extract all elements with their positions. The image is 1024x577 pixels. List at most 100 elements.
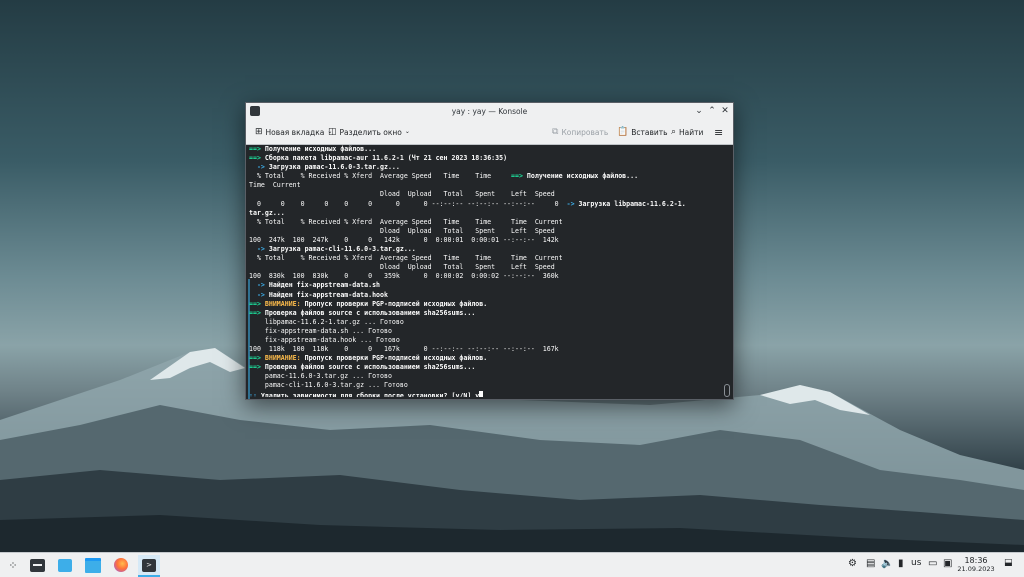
terminal-line: tar.gz... — [249, 209, 728, 218]
paste-button[interactable]: 📋 Вставить — [617, 125, 668, 139]
terminal-line: % Total % Received % Xferd Average Speed… — [249, 254, 728, 263]
paste-icon: 📋 — [617, 127, 629, 137]
terminal-line: -> Загрузка pamac-11.6.0-3.tar.gz... — [249, 163, 728, 172]
terminal-text: fix-appstream-data.sh ... Готово — [249, 326, 392, 335]
terminal-text: pamac-11.6.0-3.tar.gz ... Готово — [249, 372, 392, 381]
expand-tray-icon[interactable]: ⬓ — [1004, 558, 1013, 568]
terminal-text: Dload Upload Total Spent Left Speed — [249, 263, 555, 272]
terminal-text: 100 830k 100 830k 0 0 359k 0 0:00:02 0:0… — [249, 272, 559, 281]
window-title: yay : yay — Konsole — [451, 107, 528, 116]
konsole-window[interactable]: yay : yay — Konsole ⌄ ⌃ ✕ ⊞ Новая вкладк… — [245, 102, 734, 400]
terminal-text: Dload Upload Total Spent Left Speed — [249, 226, 555, 235]
terminal-text: Удалить зависимости для сборки после уст… — [260, 391, 480, 397]
terminal-text: ==> — [249, 363, 265, 372]
new-tab-label: Новая вкладка — [265, 127, 325, 137]
konsole-toolbar: ⊞ Новая вкладка ⌄ ◫ Разделить окно ⌄ ⧉ К… — [246, 120, 733, 145]
terminal-text: Пропуск проверки PGP-подписей исходных ф… — [304, 354, 488, 363]
split-view-label: Разделить окно — [339, 127, 402, 137]
terminal-text: Получение исходных файлов... — [264, 145, 377, 153]
find-label: Найти — [679, 127, 704, 137]
terminal-text: Найден fix-appstream-data.sh — [268, 281, 381, 290]
terminal-text: ВНИМАНИЕ: — [264, 354, 305, 363]
window-titlebar[interactable]: yay : yay — Konsole ⌄ ⌃ ✕ — [246, 103, 733, 120]
terminal-text: ВНИМАНИЕ: — [264, 299, 305, 308]
terminal-text: -> — [566, 199, 579, 208]
terminal-line: pamac-cli-11.6.0-3.tar.gz ... Готово — [249, 381, 728, 390]
maximize-icon[interactable]: ⌃ — [706, 105, 718, 118]
new-tab-button[interactable]: ⊞ Новая вкладка ⌄ — [255, 125, 332, 139]
clock[interactable]: 18:36 21.09.2023 — [955, 556, 997, 573]
terminal-text: 100 247k 100 247k 0 0 142k 0 0:00:01 0:0… — [249, 235, 559, 244]
network-icon[interactable]: ▣ — [943, 558, 952, 569]
terminal-text: Сборка пакета libpamac-aur 11.6.2-1 (Чт … — [264, 154, 508, 163]
terminal-text: Найден fix-appstream-data.hook — [268, 290, 388, 299]
terminal-text: Загрузка pamac-11.6.0-3.tar.gz... — [268, 163, 400, 172]
search-icon: ⌕ — [671, 127, 677, 137]
terminal-line: Dload Upload Total Spent Left Speed — [249, 263, 728, 272]
firefox-icon[interactable] — [112, 556, 130, 574]
terminal-text: Получение исходных файлов... — [526, 172, 639, 181]
network-settings-icon[interactable]: ⚙ — [848, 558, 857, 569]
terminal-line: pamac-11.6.0-3.tar.gz ... Готово — [249, 372, 728, 381]
terminal-line: 100 247k 100 247k 0 0 142k 0 0:00:01 0:0… — [249, 236, 728, 245]
terminal-line: Time Current — [249, 181, 728, 190]
new-tab-icon: ⊞ — [255, 127, 263, 137]
terminal-scrollbar[interactable] — [724, 384, 730, 397]
terminal-line: ==> Сборка пакета libpamac-aur 11.6.2-1 … — [249, 154, 728, 163]
split-view-icon: ◫ — [328, 127, 337, 137]
discover-icon[interactable] — [56, 556, 74, 574]
terminal-line: :: Удалить зависимости для сборки после … — [249, 390, 728, 397]
terminal-line: fix-appstream-data.sh ... Готово — [249, 327, 728, 336]
clipboard-icon[interactable]: ▤ — [866, 558, 875, 569]
copy-label: Копировать — [561, 127, 609, 137]
terminal-line: Dload Upload Total Spent Left Speed — [249, 190, 728, 199]
terminal-line: libpamac-11.6.2-1.tar.gz ... Готово — [249, 318, 728, 327]
close-icon[interactable]: ✕ — [719, 105, 731, 118]
terminal-text: libpamac-11.6.2-1.tar.gz ... Готово — [249, 317, 404, 326]
terminal-line: ==> Проверка файлов source с использован… — [249, 309, 728, 318]
terminal-text: % Total % Received % Xferd Average Speed… — [249, 217, 563, 226]
terminal-line: -> Загрузка pamac-cli-11.6.0-3.tar.gz... — [249, 245, 728, 254]
terminal-text: Проверка файлов source с использованием … — [264, 363, 476, 372]
split-view-button[interactable]: ◫ Разделить окно ⌄ — [328, 125, 410, 139]
terminal-line: ==> ВНИМАНИЕ: Пропуск проверки PGP-подпи… — [249, 354, 728, 363]
terminal-text: ==> — [249, 145, 265, 153]
find-button[interactable]: ⌕ Найти — [671, 125, 703, 139]
terminal-text: pamac-cli-11.6.0-3.tar.gz ... Готово — [249, 381, 408, 390]
clock-date: 21.09.2023 — [957, 565, 995, 573]
usb-icon[interactable]: ▮ — [898, 558, 904, 569]
pager-icon[interactable] — [28, 556, 46, 574]
terminal-text: -> — [249, 245, 269, 254]
paste-label: Вставить — [631, 127, 668, 137]
terminal-line: ==> Проверка файлов source с использован… — [249, 363, 728, 372]
volume-icon[interactable]: 🔈 — [881, 558, 893, 569]
terminal-text: ==> — [249, 308, 265, 317]
dolphin-icon[interactable] — [84, 556, 102, 574]
terminal-cursor — [479, 390, 484, 397]
app-launcher-icon[interactable]: ⁘ — [4, 556, 22, 574]
chevron-down-icon[interactable]: ⌄ — [405, 127, 410, 137]
terminal-text: :: — [249, 391, 261, 397]
terminal-line: -> Найден fix-appstream-data.hook — [249, 291, 728, 300]
terminal-text: -> — [249, 281, 269, 290]
terminal-line: -> Найден fix-appstream-data.sh — [249, 281, 728, 290]
display-icon[interactable]: ▭ — [928, 558, 937, 569]
terminal-line: ==> Получение исходных файлов... — [249, 145, 728, 154]
terminal-line: 100 830k 100 830k 0 0 359k 0 0:00:02 0:0… — [249, 272, 728, 281]
terminal-text: Загрузка pamac-cli-11.6.0-3.tar.gz... — [268, 245, 416, 254]
konsole-icon[interactable]: > — [138, 555, 160, 577]
terminal-line: Dload Upload Total Spent Left Speed — [249, 227, 728, 236]
terminal-line: ==> ВНИМАНИЕ: Пропуск проверки PGP-подпи… — [249, 300, 728, 309]
terminal-line: % Total % Received % Xferd Average Speed… — [249, 172, 728, 181]
terminal-text: ==> — [249, 354, 265, 363]
keyboard-layout[interactable]: us — [911, 558, 921, 568]
terminal-text: Загрузка libpamac-11.6.2-1. — [578, 199, 686, 208]
terminal-output[interactable]: ==> Получение исходных файлов... ==> Сбор… — [246, 145, 728, 397]
hamburger-icon[interactable]: ≡ — [714, 125, 723, 139]
copy-button[interactable]: ⧉ Копировать — [552, 125, 608, 139]
taskbar: ⁘ > ⚙ ▤ 🔈 ▮ us ▭ ▣ 18:36 21.09.2023 ⬓ — [0, 552, 1024, 577]
minimize-icon[interactable]: ⌄ — [693, 105, 705, 118]
terminal-text: % Total % Received % Xferd Average Speed… — [249, 254, 563, 263]
terminal-text: 0 0 0 0 0 0 0 0 --:--:-- --:--:-- --:--:… — [249, 199, 567, 208]
terminal-text: ==> — [249, 154, 265, 163]
